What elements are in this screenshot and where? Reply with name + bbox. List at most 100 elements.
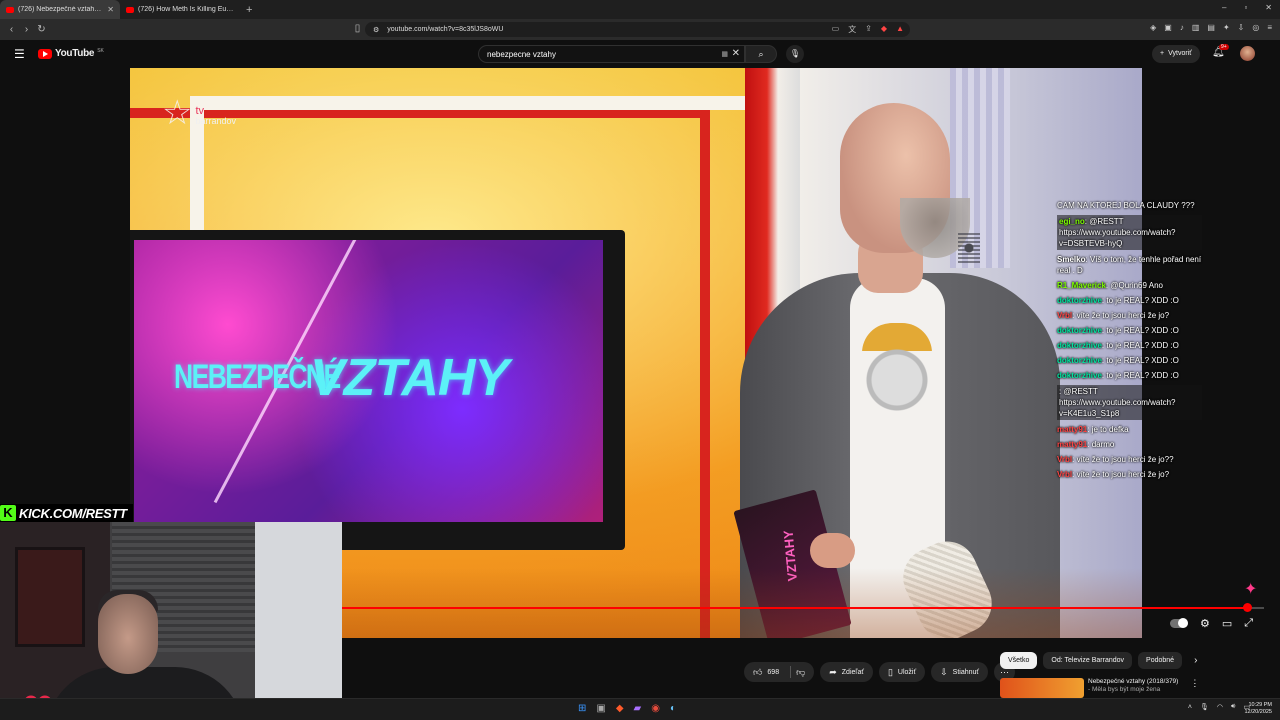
chat-username[interactable]: R1_Maverick xyxy=(1057,281,1106,290)
chat-message: Vrbl: víte že to jsou herci že jo?? xyxy=(1057,454,1202,465)
thumbs-down-icon[interactable]: 👎︎ xyxy=(796,667,805,678)
vpn-icon[interactable]: ◎ xyxy=(1252,23,1259,32)
chip-from-channel[interactable]: Od: Televize Barrandov xyxy=(1043,652,1133,669)
chevron-right-icon[interactable]: › xyxy=(1194,655,1197,666)
site-info-icon[interactable]: ⚙ xyxy=(373,26,379,34)
chat-username[interactable]: matty91 xyxy=(1057,425,1087,434)
chat-username[interactable]: doktorzhive xyxy=(1057,356,1102,365)
new-tab-icon[interactable]: + xyxy=(240,4,258,16)
brave-browser-icon[interactable]: ◆ xyxy=(616,703,624,714)
chat-text: : to je REAL? XDD :O xyxy=(1101,341,1179,350)
tab-nebezpecne-vztahy[interactable]: (726) Nebezpečné vztahy (20 ✕ xyxy=(0,0,120,19)
share-button[interactable]: ➦ Zdieľať xyxy=(820,662,873,682)
streamer-webcam: ❤ xyxy=(0,522,342,720)
search-input[interactable]: nebezpecne vztahy ▦ ✕ xyxy=(478,45,745,63)
recommended-video[interactable]: Nebezpečné vztahy (2018/379) - Měla bys … xyxy=(1000,678,1260,698)
more-vert-icon[interactable]: ⋮ xyxy=(1190,678,1199,698)
theater-mode-icon[interactable]: ▭ xyxy=(1222,617,1232,630)
browser-menu-icon[interactable]: ≡ xyxy=(1267,23,1272,32)
chat-username[interactable]: matty91 xyxy=(1057,440,1087,449)
presenter: VZTAHY xyxy=(733,103,1070,638)
download-label: Stiahnuť xyxy=(952,668,980,676)
bookmark-icon[interactable]: ▯ xyxy=(350,23,365,34)
wifi-icon[interactable]: ◠ xyxy=(1217,703,1223,711)
chip-similar[interactable]: Podobné xyxy=(1138,652,1183,669)
star-logo-icon: ☆ xyxy=(162,94,193,132)
download-icon[interactable]: ⇩ xyxy=(1238,23,1245,32)
chat-username[interactable]: doktorzhive xyxy=(1057,296,1102,305)
minimize-icon[interactable]: – xyxy=(1222,3,1226,12)
chat-text: : to je REAL? XDD :O xyxy=(1101,356,1179,365)
extension-icon[interactable]: ✦ xyxy=(1223,23,1230,32)
mic-tray-icon[interactable]: 🎙︎ xyxy=(1200,703,1209,711)
brave-shield-icon[interactable]: ◆ xyxy=(881,24,887,35)
close-window-icon[interactable]: ✕ xyxy=(1265,3,1272,12)
chat-message: doktorzhive: to je REAL? XDD :O xyxy=(1057,295,1202,306)
channel-logo: ☆ tv barrandov xyxy=(162,94,237,132)
wallet-icon[interactable]: ▤ xyxy=(1207,23,1215,32)
windows-start-icon[interactable]: ⊞ xyxy=(578,703,586,714)
progress-scrubber[interactable] xyxy=(1242,603,1252,612)
settings-gear-icon[interactable]: ⚙ xyxy=(1200,617,1210,630)
translate-icon[interactable]: 文 xyxy=(848,24,856,35)
download-button[interactable]: ⇩ Stiahnuť xyxy=(931,662,989,682)
share-icon[interactable]: ⇪ xyxy=(865,24,872,35)
avatar[interactable] xyxy=(1240,46,1255,61)
hamburger-menu-icon[interactable]: ☰ xyxy=(14,47,25,61)
url-field[interactable]: ⚙ youtube.com/watch?v=8c35lJS8oWU ▭ 文 ⇪ … xyxy=(365,22,910,37)
chat-username[interactable]: doktorzhive xyxy=(1057,371,1102,380)
extension-icon[interactable]: ▣ xyxy=(1164,23,1172,32)
tab-how-meth[interactable]: (726) How Meth Is Killing Europe - Y xyxy=(120,0,240,19)
reload-icon[interactable]: ↻ xyxy=(34,24,49,35)
chat-text: : je to defka xyxy=(1087,425,1129,434)
keyboard-icon[interactable]: ▦ xyxy=(721,50,728,58)
clear-search-icon[interactable]: ✕ xyxy=(732,48,740,59)
system-tray: ˄ 🎙︎ ◠ 🔊︎ ▭ xyxy=(1188,703,1250,711)
fullscreen-icon[interactable]: ⤢ xyxy=(1244,617,1253,630)
chat-username[interactable]: egi_no xyxy=(1059,217,1085,226)
bookmark-icon: ▯ xyxy=(887,666,893,677)
forward-icon[interactable]: › xyxy=(19,24,34,35)
like-button[interactable]: 👍︎ 698 👎︎ xyxy=(744,662,815,682)
cast-icon[interactable]: ▭ xyxy=(832,24,840,35)
create-button[interactable]: + Vytvoriť xyxy=(1152,45,1200,63)
chat-username[interactable]: Vrbl xyxy=(1057,311,1072,320)
youtube-logo[interactable]: YouTube SK xyxy=(38,48,104,59)
chat-username[interactable]: Vrbl xyxy=(1057,470,1072,479)
chat-username[interactable]: doktorzhive xyxy=(1057,341,1102,350)
chat-username[interactable]: Smelko xyxy=(1057,255,1085,264)
chrome-icon[interactable]: ◉ xyxy=(651,703,660,714)
chat-username[interactable]: doktorzhive xyxy=(1057,326,1102,335)
tab-title: (726) How Meth Is Killing Europe - Y xyxy=(138,6,234,13)
back-icon[interactable]: ‹ xyxy=(4,24,19,35)
country-code: SK xyxy=(97,47,104,54)
twitch-icon[interactable]: ▰ xyxy=(634,703,642,714)
chat-text: CAM NA KTOREJ BOLA CLAUDY ??? xyxy=(1057,201,1195,210)
clock-date: 12/20/2025 xyxy=(1244,709,1272,715)
save-button[interactable]: ▯ Uložiť xyxy=(878,662,926,682)
task-view-icon[interactable]: ▣ xyxy=(596,703,605,714)
stream-chat: CAM NA KTOREJ BOLA CLAUDY ??? egi_no: @RE… xyxy=(1057,200,1202,484)
taskbar-clock[interactable]: 10:29 PM 12/20/2025 xyxy=(1244,702,1272,716)
search-button[interactable]: ⌕ xyxy=(745,45,777,63)
video-thumbnail[interactable] xyxy=(1000,678,1084,698)
tray-chevron-icon[interactable]: ˄ xyxy=(1188,704,1192,711)
chat-message: doktorzhive: to je REAL? XDD :O xyxy=(1057,355,1202,366)
plus-icon: + xyxy=(1160,50,1165,57)
autoplay-toggle[interactable] xyxy=(1170,618,1188,628)
sidebar-icon[interactable]: ▥ xyxy=(1192,23,1200,32)
chat-text: : víte že to jsou herci že jo? xyxy=(1072,470,1170,479)
steam-icon[interactable]: ◐ xyxy=(670,703,676,714)
extension-icon[interactable]: ◈ xyxy=(1150,23,1156,32)
microphone-icon: 🎙 xyxy=(789,49,801,58)
maximize-icon[interactable]: ▫ xyxy=(1244,3,1247,12)
channel-logo-bottom: barrandov xyxy=(195,116,237,126)
chip-all[interactable]: Všetko xyxy=(1000,652,1038,669)
chat-username[interactable]: Vrbl xyxy=(1057,455,1072,464)
rewards-icon[interactable]: ▲ xyxy=(896,24,904,35)
volume-icon[interactable]: 🔊︎ xyxy=(1231,703,1235,711)
music-icon[interactable]: ♪ xyxy=(1180,23,1184,32)
show-title-part-2: VZTAHY xyxy=(310,349,509,407)
close-tab-icon[interactable]: ✕ xyxy=(107,5,114,14)
voice-search-button[interactable]: 🎙 xyxy=(786,45,804,63)
